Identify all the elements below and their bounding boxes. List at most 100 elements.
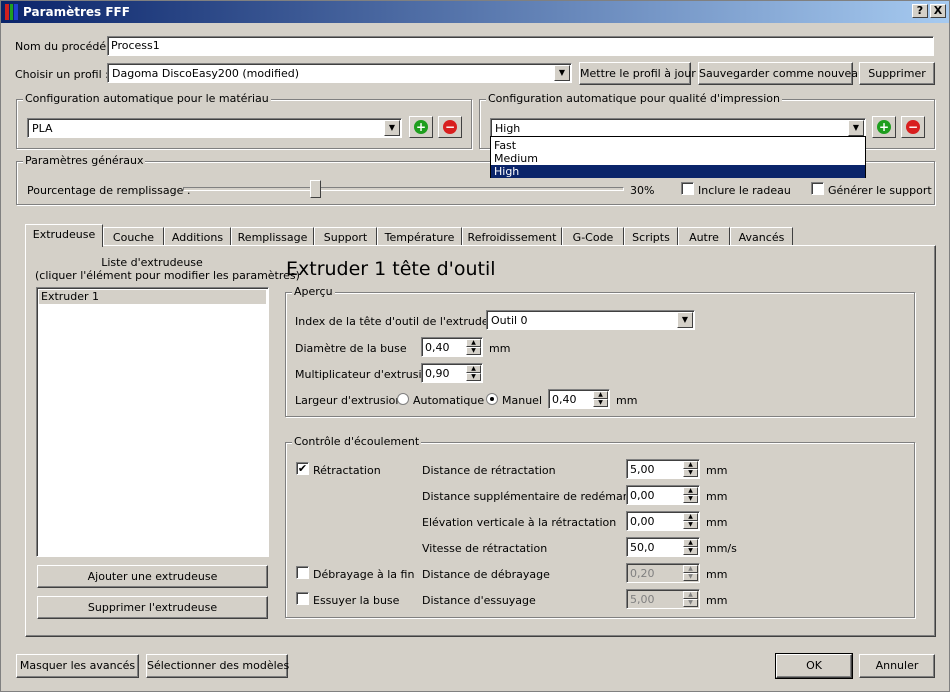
- spin-up-icon[interactable]: ▲: [593, 391, 608, 399]
- close-button[interactable]: X: [930, 4, 946, 18]
- spin-up-icon[interactable]: ▲: [683, 487, 698, 495]
- tab-additions[interactable]: Additions: [164, 227, 231, 246]
- spin-down-icon[interactable]: ▼: [466, 347, 481, 355]
- process-name-input[interactable]: Process1: [107, 36, 934, 56]
- remove-quality-button[interactable]: −: [901, 116, 925, 138]
- tab-support[interactable]: Support: [314, 227, 377, 246]
- quality-select-value: High: [495, 122, 521, 135]
- width-auto-radio[interactable]: [397, 393, 409, 405]
- select-models-button[interactable]: Sélectionner des modèles: [146, 654, 289, 678]
- tab-gcode[interactable]: G-Code: [562, 227, 624, 246]
- support-checkbox[interactable]: [811, 182, 824, 195]
- add-material-button[interactable]: +: [409, 116, 433, 138]
- coast-checkbox[interactable]: [296, 566, 309, 579]
- infill-slider-thumb[interactable]: [310, 180, 322, 198]
- extra-restart-spinner[interactable]: 0,00 ▲ ▼: [626, 485, 700, 505]
- wipe-distance-spinner[interactable]: 5,00 ▲ ▼: [626, 589, 700, 609]
- tab-couche[interactable]: Couche: [103, 227, 164, 246]
- add-quality-button[interactable]: +: [872, 116, 896, 138]
- retraction-speed-value: 50,0: [630, 541, 655, 554]
- extruder-list-hint: (cliquer l'élément pour modifier les par…: [35, 269, 300, 282]
- coast-distance-spinner[interactable]: 0,20 ▲ ▼: [626, 563, 700, 583]
- hide-advanced-button[interactable]: Masquer les avancés: [16, 654, 139, 678]
- spin-up-icon[interactable]: ▲: [466, 339, 481, 347]
- chevron-down-icon[interactable]: ▼: [554, 65, 570, 81]
- tool-index-label: Index de la tête d'outil de l'extrudeuse: [295, 315, 509, 328]
- quality-select[interactable]: High ▼: [490, 118, 866, 138]
- vertical-lift-spinner[interactable]: 0,00 ▲ ▼: [626, 511, 700, 531]
- infill-slider-track[interactable]: [183, 187, 624, 191]
- raft-checkbox[interactable]: [681, 182, 694, 195]
- title-bar[interactable]: Paramètres FFF ? X: [1, 1, 949, 23]
- tab-extrudeuse[interactable]: Extrudeuse: [25, 224, 103, 247]
- spin-down-icon[interactable]: ▼: [683, 599, 698, 607]
- spin-down-icon[interactable]: ▼: [466, 373, 481, 381]
- chevron-down-icon[interactable]: ▼: [848, 120, 864, 136]
- tab-refroidissement[interactable]: Refroidissement: [462, 227, 562, 246]
- spin-up-icon[interactable]: ▲: [683, 513, 698, 521]
- spin-down-icon[interactable]: ▼: [683, 521, 698, 529]
- material-group-label: Configuration automatique pour le matéri…: [23, 92, 271, 105]
- quality-option-high[interactable]: High: [491, 165, 865, 178]
- retraction-checkbox[interactable]: ✔: [296, 462, 309, 475]
- extrusion-width-spinner[interactable]: 0,40 ▲ ▼: [548, 389, 610, 409]
- quality-option-medium[interactable]: Medium: [491, 152, 865, 165]
- retraction-speed-label: Vitesse de rétractation: [422, 542, 548, 555]
- spin-up-icon[interactable]: ▲: [466, 365, 481, 373]
- add-extruder-button[interactable]: Ajouter une extrudeuse: [37, 565, 268, 588]
- tab-temperature[interactable]: Température: [377, 227, 462, 246]
- retraction-speed-spinner[interactable]: 50,0 ▲ ▼: [626, 537, 700, 557]
- spin-up-icon[interactable]: ▲: [683, 565, 698, 573]
- remove-extruder-button[interactable]: Supprimer l'extrudeuse: [37, 596, 268, 619]
- spin-down-icon[interactable]: ▼: [683, 573, 698, 581]
- remove-material-button[interactable]: −: [438, 116, 462, 138]
- extra-restart-value: 0,00: [630, 489, 655, 502]
- retraction-distance-spinner[interactable]: 5,00 ▲ ▼: [626, 459, 700, 479]
- list-item[interactable]: Extruder 1: [39, 290, 266, 304]
- nozzle-diameter-spinner[interactable]: 0,40 ▲ ▼: [421, 337, 483, 357]
- quality-dropdown-list: Fast Medium High: [490, 136, 866, 178]
- material-select[interactable]: PLA ▼: [27, 118, 402, 138]
- spin-up-icon[interactable]: ▲: [683, 539, 698, 547]
- spin-up-icon[interactable]: ▲: [683, 461, 698, 469]
- tool-index-select[interactable]: Outil 0 ▼: [486, 310, 695, 330]
- profile-select-value: Dagoma DiscoEasy200 (modified): [112, 67, 300, 80]
- chevron-down-icon[interactable]: ▼: [677, 312, 693, 328]
- profile-select[interactable]: Dagoma DiscoEasy200 (modified) ▼: [107, 63, 572, 83]
- extruder-list[interactable]: Extruder 1: [36, 287, 269, 557]
- tab-autre[interactable]: Autre: [678, 227, 730, 246]
- ok-button[interactable]: OK: [775, 653, 853, 679]
- save-as-new-button[interactable]: Sauvegarder comme nouveau: [698, 62, 865, 85]
- cancel-button[interactable]: Annuler: [859, 654, 935, 678]
- tab-avances[interactable]: Avancés: [730, 227, 793, 246]
- retraction-distance-value: 5,00: [630, 463, 655, 476]
- coast-distance-value: 0,20: [630, 567, 655, 580]
- spin-down-icon[interactable]: ▼: [683, 495, 698, 503]
- width-manual-radio[interactable]: [486, 393, 498, 405]
- plus-icon: +: [877, 120, 891, 134]
- delete-profile-button[interactable]: Supprimer: [859, 62, 935, 85]
- width-auto-label: Automatique: [413, 394, 485, 407]
- extrusion-multiplier-spinner[interactable]: 0,90 ▲ ▼: [421, 363, 483, 383]
- vertical-lift-value: 0,00: [630, 515, 655, 528]
- nozzle-diameter-label: Diamètre de la buse: [295, 342, 407, 355]
- quality-option-fast[interactable]: Fast: [491, 139, 865, 152]
- tab-scripts[interactable]: Scripts: [624, 227, 678, 246]
- vertical-lift-label: Elévation verticale à la rétractation: [422, 516, 617, 529]
- help-button[interactable]: ?: [912, 4, 928, 18]
- support-label: Générer le support: [828, 184, 932, 197]
- spin-down-icon[interactable]: ▼: [683, 469, 698, 477]
- chevron-down-icon[interactable]: ▼: [384, 120, 400, 136]
- raft-label: Inclure le radeau: [698, 184, 791, 197]
- tab-remplissage[interactable]: Remplissage: [231, 227, 314, 246]
- extrusion-width-label: Largeur d'extrusion: [295, 394, 403, 407]
- spin-down-icon[interactable]: ▼: [593, 399, 608, 407]
- update-profile-button[interactable]: Mettre le profil à jour: [579, 62, 696, 85]
- wipe-check-label: Essuyer la buse: [313, 594, 400, 607]
- wipe-checkbox[interactable]: [296, 592, 309, 605]
- wipe-distance-label: Distance d'essuyage: [422, 594, 536, 607]
- spin-down-icon[interactable]: ▼: [683, 547, 698, 555]
- coast-distance-label: Distance de débrayage: [422, 568, 550, 581]
- retraction-distance-unit: mm: [706, 464, 728, 477]
- spin-up-icon[interactable]: ▲: [683, 591, 698, 599]
